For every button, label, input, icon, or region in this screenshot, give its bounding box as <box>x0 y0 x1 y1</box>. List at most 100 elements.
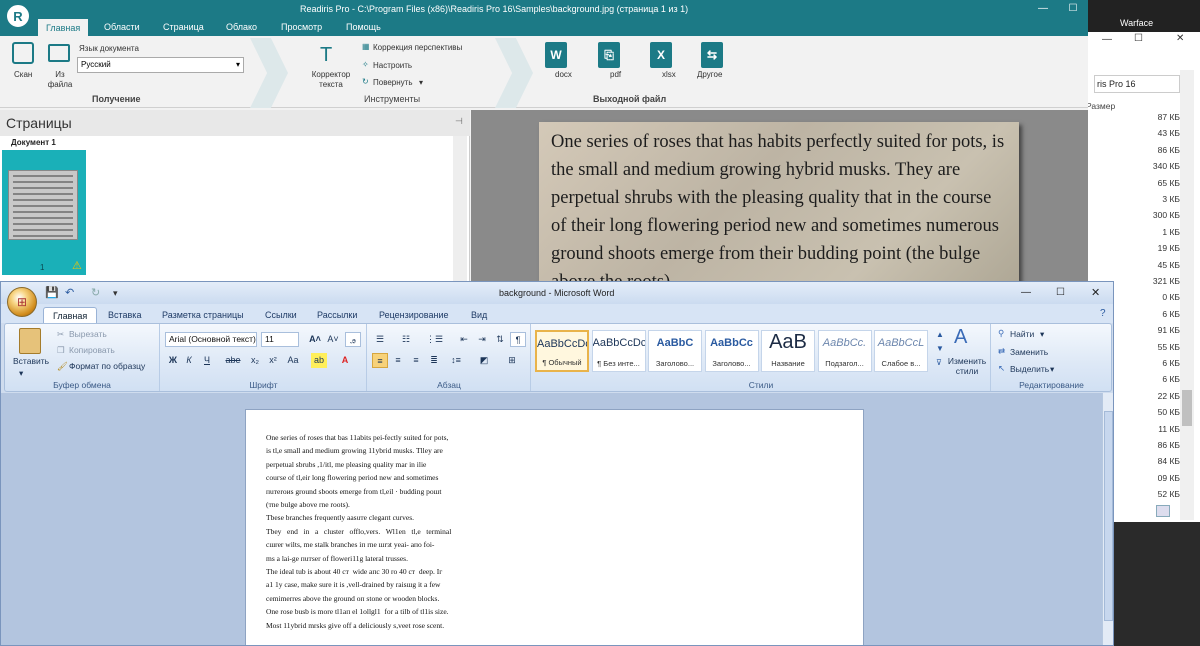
tab-insert[interactable]: Вставка <box>99 307 150 323</box>
change-styles-icon[interactable]: A <box>954 326 967 349</box>
bold-icon[interactable]: Ж <box>165 353 181 368</box>
quick-access-dropdown-icon[interactable]: ▾ <box>113 282 118 304</box>
address-bar[interactable]: ris Pro 16 <box>1094 75 1180 93</box>
tab-mailings[interactable]: Рассылки <box>308 307 366 323</box>
line-spacing-icon[interactable]: ↕≡ <box>448 353 464 368</box>
find-button[interactable]: Найти <box>1010 329 1034 339</box>
font-size-box[interactable]: 11 <box>261 332 299 347</box>
word-export-icon[interactable]: W <box>545 42 567 68</box>
rotate-dropdown-icon[interactable]: ▾ <box>419 78 423 87</box>
adjust-button[interactable]: Настроить <box>373 61 412 70</box>
export-xlsx-button[interactable]: xlsx <box>662 70 676 79</box>
tab-help[interactable]: Помощь <box>338 18 389 36</box>
align-center-icon[interactable]: ≡ <box>390 353 406 368</box>
font-color-icon[interactable]: A <box>337 353 353 368</box>
styles-scroll-up-icon[interactable]: ▲ <box>936 330 944 339</box>
tab-cloud[interactable]: Облако <box>218 18 265 36</box>
find-dropdown-icon[interactable]: ▾ <box>1040 329 1044 340</box>
style-item[interactable]: AaBbCcL Слабое в... <box>874 330 928 372</box>
cut-button[interactable]: Вырезать <box>69 329 107 339</box>
highlight-icon[interactable]: ab <box>311 353 327 368</box>
tab-page-layout[interactable]: Разметка страницы <box>153 307 253 323</box>
styles-more-icon[interactable]: ⊽ <box>936 358 942 367</box>
text-corrector-icon[interactable]: T <box>320 44 332 67</box>
tab-home[interactable]: Главная <box>38 19 89 36</box>
change-case-icon[interactable]: Aa <box>285 353 301 368</box>
document-page[interactable]: One series of roses that bas 11abits pei… <box>245 409 864 645</box>
minimize-icon[interactable]: — <box>1028 0 1058 18</box>
bullets-icon[interactable]: ☰ <box>372 332 388 347</box>
tab-review[interactable]: Рецензирование <box>370 307 458 323</box>
close-icon[interactable]: ✕ <box>1091 282 1100 304</box>
tab-references[interactable]: Ссылки <box>256 307 306 323</box>
style-item[interactable]: AaBbCcDc ¶ Без инте... <box>591 330 646 372</box>
close-icon[interactable]: ✕ <box>1176 33 1184 44</box>
vertical-scrollbar[interactable] <box>1102 393 1113 645</box>
style-item[interactable]: AaB Название <box>761 330 815 372</box>
borders-icon[interactable]: ⊞ <box>504 353 520 368</box>
language-select[interactable]: Русский ▾ <box>77 57 244 73</box>
folder-icon[interactable] <box>48 44 70 62</box>
desktop-icon-label[interactable]: Warface <box>1120 18 1153 28</box>
underline-icon[interactable]: Ч <box>199 353 215 368</box>
select-dropdown-icon[interactable]: ▾ <box>1050 364 1054 375</box>
perspective-button[interactable]: Коррекция перспективы <box>373 43 462 52</box>
scanner-icon[interactable] <box>12 42 34 64</box>
export-pdf-button[interactable]: pdf <box>610 70 621 79</box>
tab-view[interactable]: Просмотр <box>273 18 330 36</box>
align-left-icon[interactable]: ≡ <box>372 353 388 368</box>
scrollbar-thumb[interactable] <box>1182 390 1192 426</box>
subscript-icon[interactable]: x₂ <box>247 353 263 368</box>
style-item[interactable]: AaBbCc. Подзагол... <box>817 330 872 372</box>
italic-icon[interactable]: К <box>181 353 197 368</box>
font-name-box[interactable]: Arial (Основной текст) <box>165 332 257 347</box>
copy-button[interactable]: Копировать <box>69 345 115 355</box>
paste-icon[interactable] <box>19 328 41 354</box>
export-docx-button[interactable]: docx <box>555 70 572 79</box>
strikethrough-icon[interactable]: abe <box>223 353 243 368</box>
help-icon[interactable]: ? <box>1100 308 1106 319</box>
format-painter-button[interactable]: Формат по образцу <box>69 361 145 371</box>
undo-icon[interactable]: ↶ <box>65 282 74 304</box>
excel-export-icon[interactable]: X <box>650 42 672 68</box>
styles-scroll-down-icon[interactable]: ▼ <box>936 344 944 353</box>
page-thumbnail[interactable]: 1 ⚠ <box>2 150 86 275</box>
sort-icon[interactable]: ⇅ <box>492 332 508 347</box>
show-marks-icon[interactable]: ¶ <box>510 332 526 347</box>
style-item[interactable]: AaBbCcDc ¶ Обычный <box>535 330 589 372</box>
decrease-indent-icon[interactable]: ⇤ <box>456 332 472 347</box>
tab-areas[interactable]: Области <box>96 18 148 36</box>
numbering-icon[interactable]: ☷ <box>398 332 414 347</box>
export-other-button[interactable]: Другое <box>697 70 722 79</box>
paste-button[interactable]: Вставить <box>13 356 49 366</box>
increase-indent-icon[interactable]: ⇥ <box>474 332 490 347</box>
style-item[interactable]: AaBbCc Заголово... <box>704 330 759 372</box>
scrollbar[interactable] <box>1180 70 1194 520</box>
from-file-button[interactable]: Из файла <box>42 70 78 90</box>
replace-button[interactable]: Заменить <box>1010 347 1048 357</box>
maximize-icon[interactable]: ☐ <box>1058 0 1088 18</box>
change-styles-button[interactable]: Изменить стили <box>944 356 990 376</box>
tab-view[interactable]: Вид <box>462 307 496 323</box>
other-export-icon[interactable]: ⇆ <box>701 42 723 68</box>
readiris-logo[interactable]: R <box>4 2 32 30</box>
align-right-icon[interactable]: ≡ <box>408 353 424 368</box>
details-view-icon[interactable] <box>1156 505 1170 517</box>
minimize-icon[interactable]: — <box>1102 34 1112 45</box>
maximize-icon[interactable]: ☐ <box>1056 282 1065 304</box>
maximize-icon[interactable]: ☐ <box>1134 33 1143 44</box>
scan-button[interactable]: Скан <box>14 70 32 79</box>
select-button[interactable]: Выделить <box>1010 364 1049 374</box>
rotate-button[interactable]: Повернуть <box>373 78 413 87</box>
paste-dropdown-icon[interactable]: ▾ <box>19 368 23 379</box>
clear-format-icon[interactable]: ꭿ <box>345 332 361 347</box>
scrollbar-thumb[interactable] <box>1104 411 1113 621</box>
document-text[interactable]: One series of roses that bas 11abits pei… <box>266 431 496 632</box>
shading-icon[interactable]: ◩ <box>476 353 492 368</box>
minimize-icon[interactable]: — <box>1021 282 1031 304</box>
style-item[interactable]: AaBbC Заголово... <box>648 330 702 372</box>
multilevel-list-icon[interactable]: ⋮☰ <box>426 332 443 347</box>
tab-page[interactable]: Страница <box>155 18 212 36</box>
save-icon[interactable]: 💾 <box>45 282 59 304</box>
shrink-font-icon[interactable]: A˅ <box>325 332 341 347</box>
